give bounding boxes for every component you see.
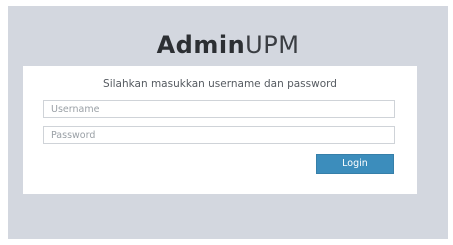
login-page: AdminUPM Silahkan masukkan username dan … — [8, 6, 448, 239]
logo-light-text: UPM — [245, 31, 300, 59]
password-input[interactable] — [43, 126, 395, 144]
logo-bold-text: Admin — [156, 31, 246, 59]
login-button[interactable]: Login — [316, 154, 394, 174]
username-input[interactable] — [43, 100, 395, 118]
login-message: Silahkan masukkan username dan password — [103, 78, 337, 90]
app-logo: AdminUPM — [8, 30, 448, 60]
login-box: Silahkan masukkan username dan password … — [23, 66, 417, 194]
